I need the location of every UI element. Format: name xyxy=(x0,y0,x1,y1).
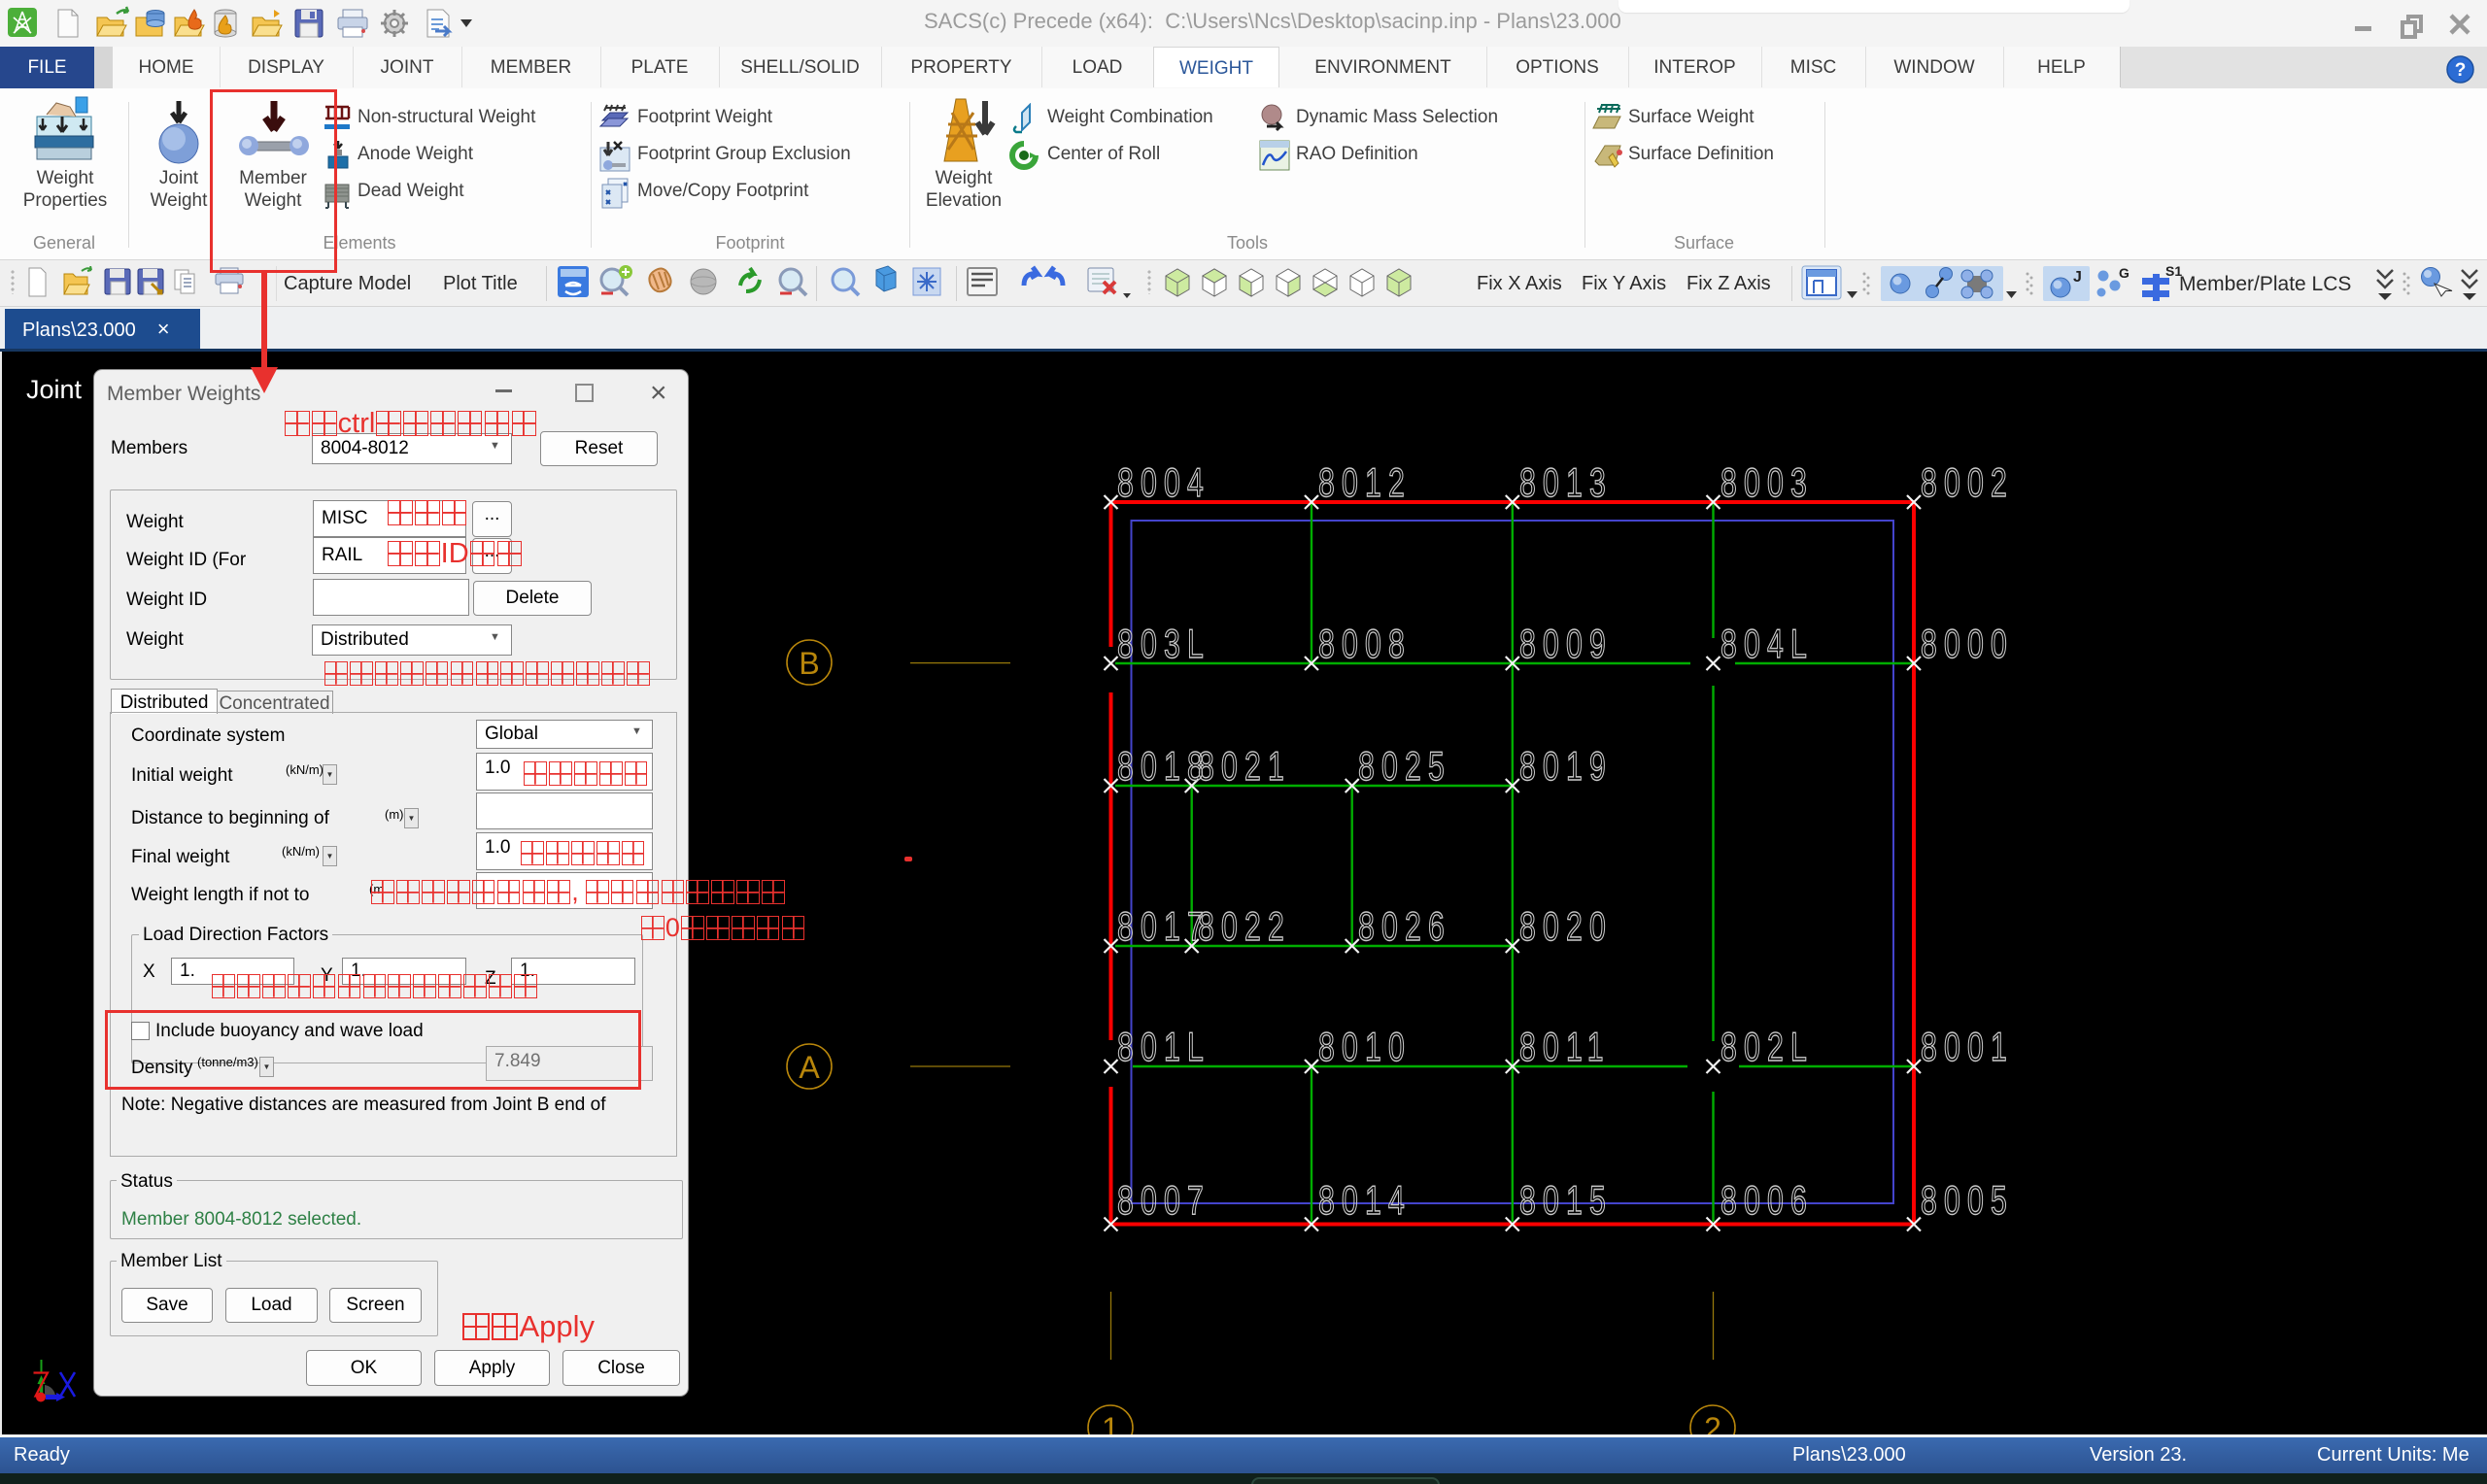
svg-text:8012: 8012 xyxy=(1318,459,1412,505)
svg-text:8020: 8020 xyxy=(1519,903,1613,949)
svg-text:8010: 8010 xyxy=(1318,1024,1412,1069)
svg-text:8025: 8025 xyxy=(1358,743,1451,789)
svg-text:8001: 8001 xyxy=(1921,1024,2014,1069)
svg-text:B: B xyxy=(799,646,819,681)
svg-text:8002: 8002 xyxy=(1921,459,2014,505)
svg-text:8014: 8014 xyxy=(1318,1177,1412,1223)
svg-text:8004: 8004 xyxy=(1117,459,1210,505)
svg-text:8003: 8003 xyxy=(1720,459,1814,505)
svg-text:8019: 8019 xyxy=(1519,743,1613,789)
svg-text:802L: 802L xyxy=(1720,1024,1814,1069)
svg-text:8000: 8000 xyxy=(1921,621,2014,666)
svg-text:8018: 8018 xyxy=(1117,743,1210,789)
svg-text:8008: 8008 xyxy=(1318,621,1412,666)
svg-text:8006: 8006 xyxy=(1720,1177,1814,1223)
svg-text:801L: 801L xyxy=(1117,1024,1210,1069)
svg-text:804L: 804L xyxy=(1720,621,1814,666)
svg-text:A: A xyxy=(799,1050,820,1085)
svg-text:8013: 8013 xyxy=(1519,459,1613,505)
svg-text:8015: 8015 xyxy=(1519,1177,1613,1223)
svg-text:8005: 8005 xyxy=(1921,1177,2014,1223)
svg-text:8011: 8011 xyxy=(1519,1024,1611,1069)
svg-text:8017: 8017 xyxy=(1117,903,1210,949)
svg-text:8009: 8009 xyxy=(1519,621,1613,666)
svg-text:8026: 8026 xyxy=(1358,903,1451,949)
svg-text:803L: 803L xyxy=(1117,621,1210,666)
svg-text:8021: 8021 xyxy=(1198,743,1291,789)
svg-text:8022: 8022 xyxy=(1198,903,1291,949)
svg-text:8007: 8007 xyxy=(1117,1177,1210,1223)
